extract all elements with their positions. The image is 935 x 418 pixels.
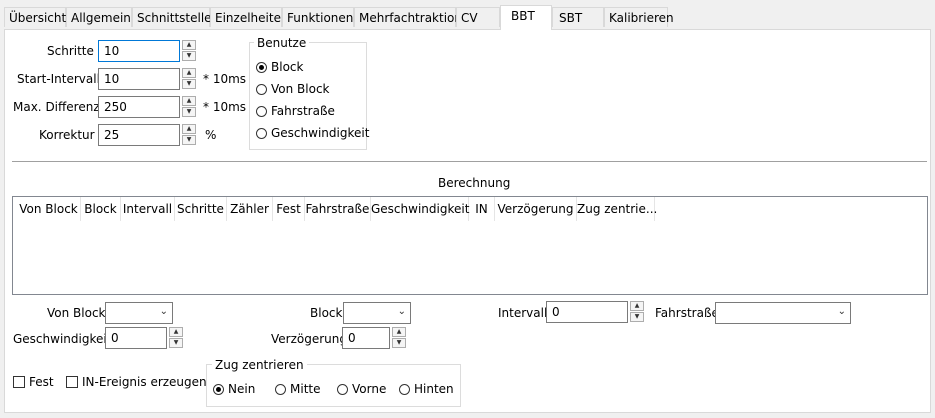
korrektur-input[interactable]: 25 bbox=[98, 124, 180, 146]
radio-icon bbox=[337, 384, 348, 395]
tab-uebersicht[interactable]: Übersicht bbox=[4, 7, 66, 27]
radio-label: Geschwindigkeit bbox=[271, 126, 370, 140]
radio-label: Mitte bbox=[290, 382, 321, 396]
radio-label: Block bbox=[271, 60, 304, 74]
spin-down-icon[interactable]: ▼ bbox=[392, 338, 406, 348]
column-header[interactable]: Geschwindigkeit bbox=[371, 197, 469, 221]
radio-label: Nein bbox=[228, 382, 256, 396]
berechnung-list[interactable]: Von Block Block Intervall Schritte Zähle… bbox=[12, 196, 928, 295]
radio-icon bbox=[256, 128, 267, 139]
max-differenz-spinner[interactable]: ▲ ▼ bbox=[182, 96, 196, 118]
geschwindigkeit-input[interactable]: 0 bbox=[105, 327, 167, 349]
start-intervall-label: Start-Intervall bbox=[17, 72, 100, 86]
column-header[interactable]: Schritte bbox=[175, 197, 227, 221]
start-intervall-spinner[interactable]: ▲ ▼ bbox=[182, 68, 196, 90]
tab-bar: Übersicht Allgemein Schnittstelle Einzel… bbox=[0, 0, 935, 30]
schritte-input[interactable]: 10 bbox=[98, 40, 180, 62]
block-select[interactable]: ⌄ bbox=[343, 302, 411, 324]
korrektur-unit: % bbox=[205, 128, 217, 142]
column-header[interactable]: Von Block bbox=[17, 197, 81, 221]
block-label: Block bbox=[310, 306, 343, 320]
von-block-select[interactable]: ⌄ bbox=[105, 302, 173, 324]
spin-up-icon[interactable]: ▲ bbox=[630, 301, 644, 311]
radio-label: Vorne bbox=[352, 382, 387, 396]
checkbox-icon bbox=[13, 376, 25, 388]
spin-down-icon[interactable]: ▼ bbox=[169, 338, 183, 348]
spin-up-icon[interactable]: ▲ bbox=[182, 124, 196, 134]
intervall-input[interactable]: 0 bbox=[546, 301, 628, 323]
radio-label: Hinten bbox=[414, 382, 454, 396]
radio-icon bbox=[275, 384, 286, 395]
max-differenz-input[interactable]: 250 bbox=[98, 96, 180, 118]
tab-schnittstelle[interactable]: Schnittstelle bbox=[132, 7, 212, 27]
spin-up-icon[interactable]: ▲ bbox=[182, 68, 196, 78]
zug-zentrieren-title: Zug zentrieren bbox=[212, 358, 307, 372]
spin-up-icon[interactable]: ▲ bbox=[182, 96, 196, 106]
verzoegerung-spinner[interactable]: ▲ ▼ bbox=[392, 327, 406, 349]
chevron-down-icon: ⌄ bbox=[837, 306, 846, 317]
separator bbox=[12, 161, 927, 162]
fahrstrasse-select[interactable]: ⌄ bbox=[715, 302, 851, 324]
radio-icon bbox=[399, 384, 410, 395]
spin-up-icon[interactable]: ▲ bbox=[392, 327, 406, 337]
korrektur-spinner[interactable]: ▲ ▼ bbox=[182, 124, 196, 146]
tab-cv[interactable]: CV bbox=[456, 7, 500, 27]
berechnung-title: Berechnung bbox=[438, 176, 511, 190]
checkbox-icon bbox=[66, 376, 78, 388]
column-header[interactable]: Zug zentrie... bbox=[577, 197, 657, 221]
radio-selected-icon bbox=[256, 62, 267, 73]
column-header[interactable]: IN bbox=[469, 197, 495, 221]
schritte-label: Schritte bbox=[47, 44, 94, 58]
intervall-spinner[interactable]: ▲ ▼ bbox=[630, 301, 644, 323]
max-differenz-label: Max. Differenz bbox=[13, 100, 100, 114]
radio-selected-icon bbox=[213, 384, 224, 395]
geschwindigkeit-label: Geschwindigkeit bbox=[13, 332, 112, 346]
schritte-spinner[interactable]: ▲ ▼ bbox=[182, 40, 196, 62]
spin-up-icon[interactable]: ▲ bbox=[182, 40, 196, 50]
chevron-down-icon: ⌄ bbox=[159, 306, 168, 317]
tab-mehrfachtraktion[interactable]: Mehrfachtraktion bbox=[354, 7, 462, 27]
radio-icon bbox=[256, 84, 267, 95]
spin-down-icon[interactable]: ▼ bbox=[182, 79, 196, 89]
tab-bbt[interactable]: BBT bbox=[500, 5, 552, 30]
verzoegerung-label: Verzögerung bbox=[271, 332, 347, 346]
spin-down-icon[interactable]: ▼ bbox=[182, 51, 196, 61]
column-header[interactable]: Fest bbox=[273, 197, 305, 221]
radio-icon bbox=[256, 106, 267, 117]
tab-sbt[interactable]: SBT bbox=[552, 7, 604, 27]
radio-label: Fahrstraße bbox=[271, 104, 335, 118]
spin-down-icon[interactable]: ▼ bbox=[630, 312, 644, 322]
column-header[interactable]: Verzögerung bbox=[495, 197, 577, 221]
tab-einzelheiten[interactable]: Einzelheiten bbox=[210, 7, 289, 27]
spin-down-icon[interactable]: ▼ bbox=[182, 107, 196, 117]
geschwindigkeit-spinner[interactable]: ▲ ▼ bbox=[169, 327, 183, 349]
chevron-down-icon: ⌄ bbox=[397, 306, 406, 317]
tab-funktionen[interactable]: Funktionen bbox=[282, 7, 354, 27]
max-differenz-unit: * 10ms bbox=[203, 100, 247, 114]
von-block-label: Von Block bbox=[47, 306, 106, 320]
column-header[interactable]: Block bbox=[81, 197, 121, 221]
column-header[interactable]: Intervall bbox=[121, 197, 175, 221]
checkbox-label: Fest bbox=[29, 375, 54, 389]
start-intervall-input[interactable]: 10 bbox=[98, 68, 180, 90]
korrektur-label: Korrektur bbox=[39, 128, 95, 142]
column-header[interactable]: Fahrstraße bbox=[305, 197, 371, 221]
verzoegerung-input[interactable]: 0 bbox=[342, 327, 390, 349]
checkbox-label: IN-Ereignis erzeugen bbox=[82, 375, 207, 389]
intervall-label: Intervall bbox=[498, 306, 548, 320]
tab-kalibrieren[interactable]: Kalibrieren bbox=[604, 7, 674, 27]
column-header[interactable]: Zähler bbox=[227, 197, 273, 221]
spin-down-icon[interactable]: ▼ bbox=[182, 135, 196, 145]
tab-allgemein[interactable]: Allgemein bbox=[66, 7, 132, 27]
fahrstrasse-label: Fahrstraße bbox=[655, 306, 719, 320]
benutze-title: Benutze bbox=[254, 36, 310, 50]
spin-up-icon[interactable]: ▲ bbox=[169, 327, 183, 337]
start-intervall-unit: * 10ms bbox=[203, 72, 247, 86]
radio-label: Von Block bbox=[271, 82, 330, 96]
